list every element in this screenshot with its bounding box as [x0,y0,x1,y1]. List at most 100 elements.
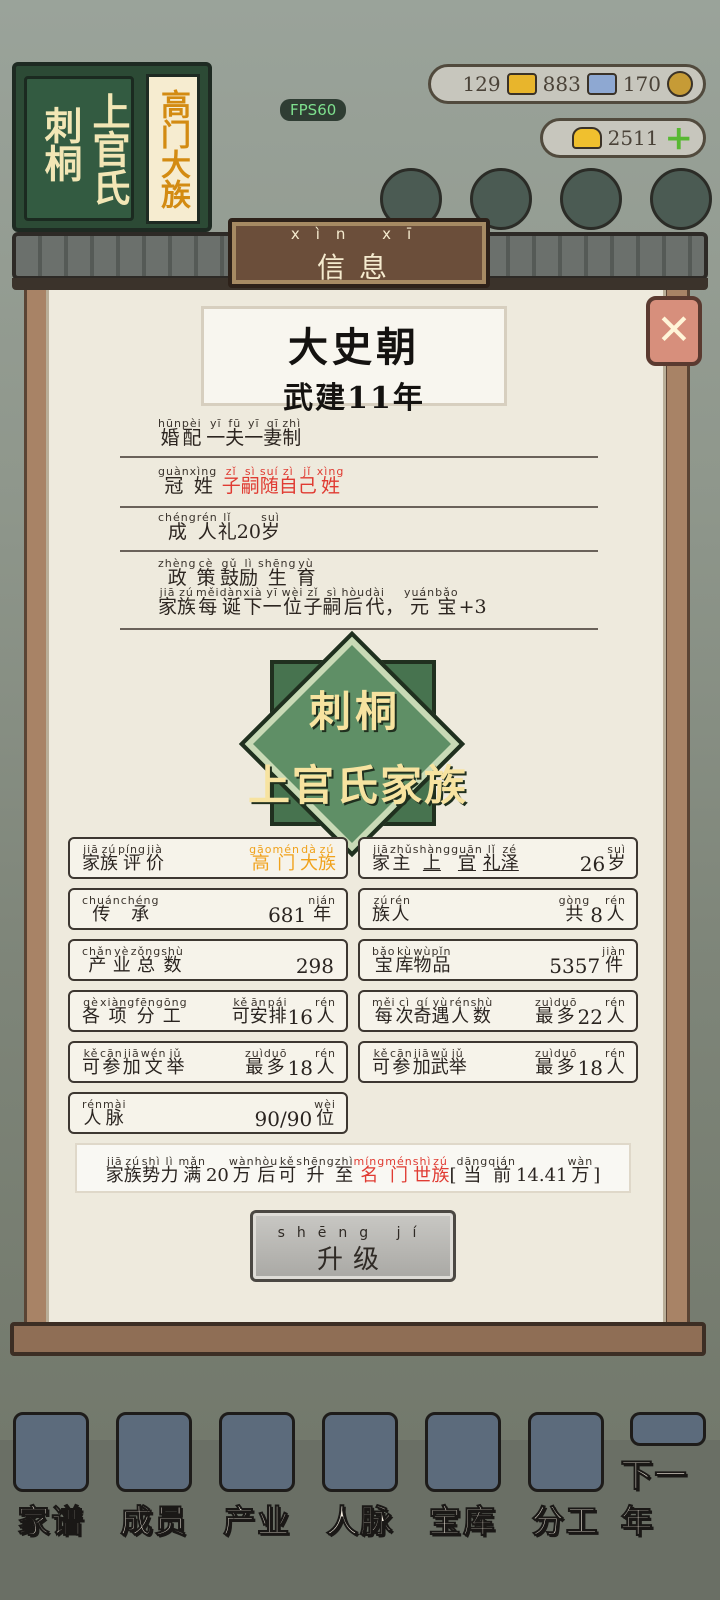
hanzi: 门 [277,853,296,874]
nav-item[interactable]: 产业 [209,1412,305,1542]
stat-label: bǎo 宝 kù 库 wù 物 pǐn 品 [372,946,451,975]
hanzi: 上 [422,853,441,874]
nav-label: 下一年 [620,1456,689,1541]
hanzi: 位 [316,1108,335,1129]
hanzi: 诞 [221,596,241,618]
stat-label: rén 人 mài 脉 [82,1099,127,1128]
policy-row: chéng 成 rén 人 lǐ 礼 20 suì 岁 [120,512,598,552]
upgrade-pinyin: shēng jí [277,1225,429,1241]
nav-item[interactable]: 成员 [106,1412,202,1542]
policy-line: chéng 成 rén 人 lǐ 礼 20 suì 岁 [158,512,598,543]
hanzi: [ [449,1165,457,1186]
family-banner[interactable]: 刺桐 上官氏 高门大族 [12,62,212,232]
stat-value: zuì 最 duō 多 18 rén 人 [245,1048,336,1080]
hanzi: 配 [182,427,202,449]
hanzi: 次 [395,1006,414,1027]
stat-item: kě 可 cān 参 jiā 加 wén 文 jǔ 举 zuì 最 duō 多 18 rén 人 [68,1041,348,1083]
family-surname-label: 上官氏 [86,92,131,206]
panel-title: 信息 [316,251,401,284]
ruby-char: zú 族 [177,587,197,618]
ruby-char: mài 脉 [103,1099,127,1128]
ruby-char: mén 门 [273,844,300,873]
shortcut-brush-icon[interactable] [560,168,622,230]
hanzi: 自 [278,475,298,497]
ruby-char: xià 下 [243,587,262,617]
nav-item[interactable]: 家谱 [3,1412,99,1542]
nav-item[interactable]: 宝库 [415,1412,511,1542]
nav-item[interactable]: 下一年 [620,1412,716,1542]
stat-item: bǎo 宝 kù 库 wù 物 pǐn 品 5357 jiàn 件 [358,939,638,981]
hanzi: 价 [146,853,164,874]
hanzi: 门 [389,1165,408,1186]
hanzi: 位 [283,596,303,618]
hanzi: 代 [365,596,385,618]
hanzi: 妻 [263,427,283,449]
ruby-char: ] [593,1156,600,1185]
ruby-char: zuì 最 [535,1048,554,1077]
hanzi: 元 [410,596,430,618]
ruby-char: jiā 加 [413,1048,431,1077]
stat-value: kě 可 ān 安 pái 排 16 rén 人 [232,997,336,1027]
stat-item: gè 各 xiàng 项 fēn 分 gōng 工 kě 可 ān 安 pái 排 16 rén 人 [68,990,348,1032]
scroll-icon [527,1412,604,1492]
nav-label: 分工 [531,1502,600,1541]
hanzi: 20 [236,521,261,543]
dynasty-name: 大史朝 [288,324,420,371]
ruby-char: wèi 位 [314,1099,336,1128]
hanzi: 产 [88,955,107,976]
ruby-char: rén 人 [197,512,218,543]
ruby-char: dà 大 [300,844,318,873]
hanzi: 可 [278,1165,297,1186]
hanzi: 一 [206,427,226,449]
ruby-char: bǎo 宝 [372,946,395,975]
ruby-char: +3 [459,587,487,617]
hanzi: 排 [268,1006,287,1027]
ruby-char: zhǔ 主 [390,844,413,873]
hanzi: 官 [457,853,476,874]
stat-label: chǎn 产 yè 业 zǒng 总 shù 数 [82,946,184,975]
ruby-char: 18 [287,1048,315,1080]
silver-bar-icon [586,73,617,95]
nav-label: 成员 [120,1502,189,1541]
close-button[interactable]: ✕ [646,296,702,366]
stat-label: jiā 家 zú 族 píng 评 jià 价 [82,844,164,873]
stat-label: kě 可 cān 参 jiā 加 wǔ 武 jǔ 举 [372,1048,467,1077]
ruby-char: dāng 当 [457,1156,489,1185]
ruby-char: dàn 诞 [220,587,244,618]
hanzi: 主 [392,853,411,874]
shortcut-settings-icon[interactable] [650,168,712,230]
hanzi: 人 [316,1006,335,1027]
stat-label: kě 可 cān 参 jiā 加 wén 文 jǔ 举 [82,1048,185,1077]
hanzi: 家 [82,853,100,874]
add-ingot-icon[interactable]: + [665,121,694,155]
hanzi: 分 [136,1006,155,1027]
stat-value: zuì 最 duō 多 22 rén 人 [535,997,626,1027]
ruby-char: zé 泽 [501,844,519,873]
ruby-char: shù 数 [471,997,494,1026]
stat-value: 26 suì 岁 [580,844,626,874]
nav-item[interactable]: 分工 [518,1412,614,1542]
ruby-char: míng 名 [354,1156,386,1185]
hanzi: 大 [300,853,318,874]
hanzi: 人 [197,521,217,543]
hanzi: 武 [430,1057,449,1078]
hanzi: 生 [267,567,287,589]
hanzi: 家 [105,1165,124,1186]
ruby-char: kě 可 [232,997,250,1026]
hanzi: 泽 [500,853,519,874]
hanzi: 姓 [321,475,341,497]
hanzi: 18 [287,1056,313,1080]
ruby-char: fēn 分 [135,997,156,1026]
hanzi: 举 [448,1057,467,1078]
ruby-char: sì 嗣 [241,466,260,496]
ruby-char: jiā 家 [82,844,100,873]
hanzi: 族 [177,596,197,618]
policy-row: hūn 婚 pèi 配 yī 一 fū 夫 yī 一 qī 妻 zhì 制 [120,418,598,458]
hanzi: 每 [374,1006,393,1027]
ruby-char: 18 [578,1048,605,1078]
nav-item[interactable]: 人脉 [312,1412,408,1542]
upgrade-button[interactable]: shēng jí 升级 [250,1210,456,1282]
hanzi: 宝 [374,955,393,976]
hanzi: 总 [136,955,155,976]
hanzi: 家 [158,596,178,618]
